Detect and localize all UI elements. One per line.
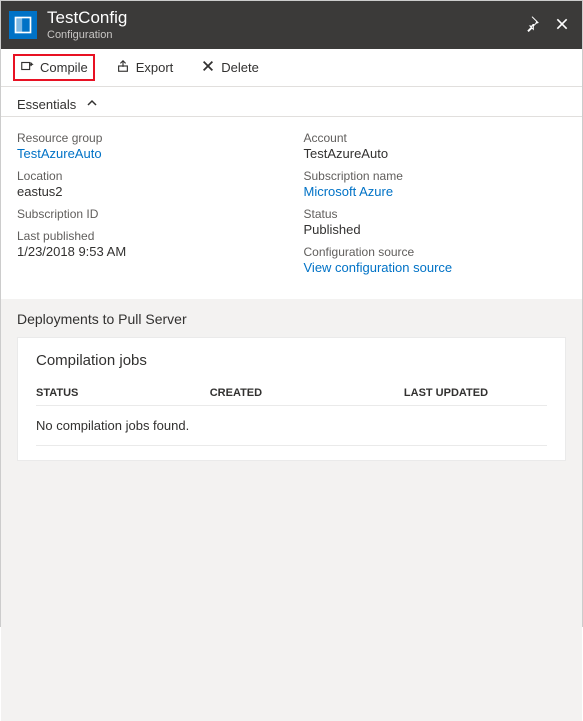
compile-icon (20, 59, 34, 76)
pin-icon[interactable] (524, 16, 540, 35)
chevron-up-icon (86, 97, 98, 112)
config-source-link[interactable]: View configuration source (304, 260, 567, 275)
col-status: STATUS (36, 387, 210, 399)
compile-button[interactable]: Compile (15, 56, 93, 79)
essentials-toggle[interactable]: Essentials (17, 97, 566, 112)
subscription-name-label: Subscription name (304, 169, 567, 183)
subscription-name-link[interactable]: Microsoft Azure (304, 184, 567, 199)
config-icon (9, 11, 37, 39)
last-published-value: 1/23/2018 9:53 AM (17, 244, 280, 259)
essentials-label: Essentials (17, 97, 76, 112)
essentials-body: Resource group TestAzureAuto Location ea… (1, 117, 582, 299)
delete-button[interactable]: Delete (196, 56, 264, 79)
location-label: Location (17, 169, 280, 183)
table-header: STATUS CREATED LAST UPDATED (36, 383, 547, 406)
deployments-section: Deployments to Pull Server Compilation j… (1, 299, 582, 721)
resource-group-link[interactable]: TestAzureAuto (17, 146, 280, 161)
blade-header: TestConfig Configuration (1, 1, 582, 49)
essentials-header: Essentials (1, 87, 582, 117)
compilation-panel: Compilation jobs STATUS CREATED LAST UPD… (17, 337, 566, 461)
export-icon (116, 59, 130, 76)
delete-label: Delete (221, 60, 259, 75)
account-value: TestAzureAuto (304, 146, 567, 161)
col-updated: LAST UPDATED (404, 387, 547, 399)
compile-label: Compile (40, 60, 88, 75)
panel-title: Compilation jobs (36, 352, 547, 369)
last-published-label: Last published (17, 229, 280, 243)
status-label: Status (304, 207, 567, 221)
toolbar: Compile Export Delete (1, 49, 582, 87)
page-title: TestConfig (47, 8, 524, 28)
status-value: Published (304, 222, 567, 237)
subscription-id-label: Subscription ID (17, 207, 280, 221)
close-icon[interactable] (554, 16, 570, 35)
account-label: Account (304, 131, 567, 145)
page-subtitle: Configuration (47, 29, 524, 42)
location-value: eastus2 (17, 184, 280, 199)
delete-icon (201, 59, 215, 76)
empty-message: No compilation jobs found. (36, 406, 547, 446)
export-button[interactable]: Export (111, 56, 179, 79)
config-source-label: Configuration source (304, 245, 567, 259)
col-created: CREATED (210, 387, 404, 399)
export-label: Export (136, 60, 174, 75)
section-title: Deployments to Pull Server (17, 311, 566, 327)
resource-group-label: Resource group (17, 131, 280, 145)
